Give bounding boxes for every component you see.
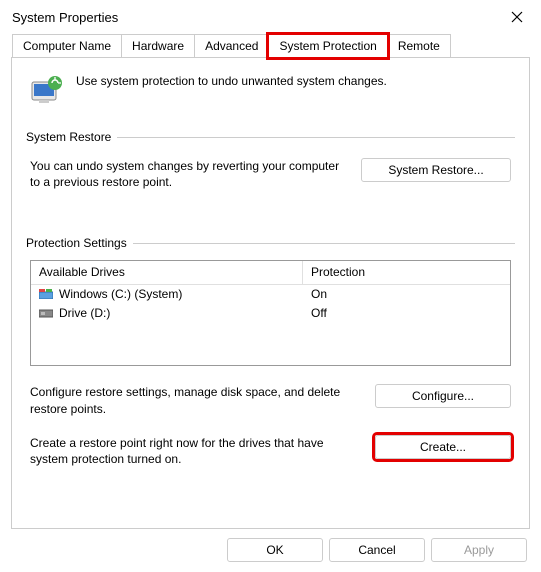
configure-desc: Configure restore settings, manage disk … (30, 384, 361, 416)
system-protection-icon (30, 74, 64, 108)
tab-hardware[interactable]: Hardware (121, 34, 195, 58)
ok-button[interactable]: OK (227, 538, 323, 562)
table-row[interactable]: Windows (C:) (System) On (31, 285, 510, 304)
system-restore-row: You can undo system changes by reverting… (30, 158, 511, 190)
close-icon (511, 11, 523, 23)
divider (133, 243, 515, 244)
configure-row: Configure restore settings, manage disk … (30, 384, 511, 416)
highlight-box: Create... (375, 435, 511, 459)
group-title-label: System Restore (26, 130, 111, 144)
group-system-restore: System Restore (26, 130, 515, 144)
tab-advanced[interactable]: Advanced (194, 34, 269, 58)
close-button[interactable] (497, 2, 537, 32)
create-button[interactable]: Create... (375, 435, 511, 459)
create-desc: Create a restore point right now for the… (30, 435, 361, 467)
tab-system-protection[interactable]: System Protection (268, 34, 387, 58)
tab-remote[interactable]: Remote (387, 34, 451, 58)
drive-name: Windows (C:) (System) (59, 287, 182, 301)
dialog-footer: OK Cancel Apply (0, 538, 541, 572)
table-header: Available Drives Protection (31, 261, 510, 285)
intro-text: Use system protection to undo unwanted s… (76, 74, 387, 88)
drive-name: Drive (D:) (59, 306, 110, 320)
apply-button: Apply (431, 538, 527, 562)
tab-strip: Computer Name Hardware Advanced System P… (0, 34, 541, 58)
title-bar: System Properties (0, 0, 541, 34)
tab-computer-name[interactable]: Computer Name (12, 34, 122, 58)
group-title-label: Protection Settings (26, 236, 127, 250)
tab-panel: Use system protection to undo unwanted s… (11, 57, 530, 529)
system-restore-button[interactable]: System Restore... (361, 158, 511, 182)
drive-state: On (303, 285, 510, 304)
group-protection-settings: Protection Settings (26, 236, 515, 250)
drive-state: Off (303, 304, 510, 323)
drive-icon (39, 308, 53, 318)
divider (117, 137, 515, 138)
windows-drive-icon (39, 289, 53, 299)
drives-table: Available Drives Protection Windows (C:)… (30, 260, 511, 366)
cancel-button[interactable]: Cancel (329, 538, 425, 562)
create-row: Create a restore point right now for the… (30, 435, 511, 467)
col-protection[interactable]: Protection (303, 261, 510, 285)
configure-button[interactable]: Configure... (375, 384, 511, 408)
window-title: System Properties (12, 10, 118, 25)
col-available-drives[interactable]: Available Drives (31, 261, 303, 285)
intro-row: Use system protection to undo unwanted s… (26, 74, 515, 108)
table-row[interactable]: Drive (D:) Off (31, 304, 510, 323)
system-restore-desc: You can undo system changes by reverting… (30, 158, 347, 190)
